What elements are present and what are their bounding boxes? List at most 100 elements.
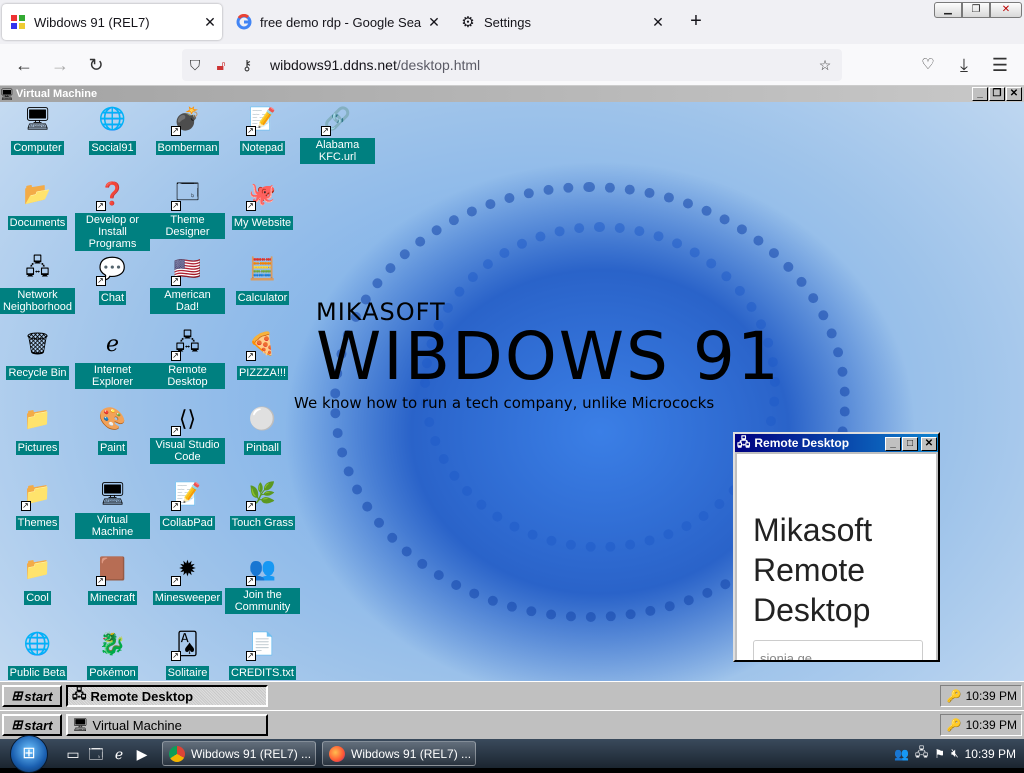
desktop-icon[interactable]: 🌐 Social91 [75,102,150,156]
vm-close-button[interactable]: ✕ [1006,87,1022,101]
desktop-icon[interactable]: 🟫 ↗ Minecraft [75,552,150,606]
shield-icon[interactable]: ⛉ [182,57,208,74]
host-task-firefox[interactable]: Wibdows 91 (REL7) ... [322,741,476,766]
shortcut-arrow-icon: ↗ [95,276,106,286]
desktop-icon[interactable]: 🖥 Computer [0,102,75,156]
desktop-icon[interactable]: 💬 ↗ Chat [75,252,150,306]
desktop-icon[interactable]: ℯ Internet Explorer [75,327,150,390]
remote-desktop-window[interactable]: 🖧 Remote Desktop _ □ ✕ Mikasoft Remote D… [733,432,940,662]
new-tab-button[interactable]: + [684,10,708,34]
desktop-icon[interactable]: 📁 ↗ Themes [0,477,75,531]
bookmark-star-icon[interactable]: ☆ [812,57,838,74]
desktop-icon[interactable]: 🖥 Virtual Machine [75,477,150,540]
host-task-chrome[interactable]: Wibdows 91 (REL7) ... [162,741,316,766]
pinball-icon: ⚪ [248,406,277,431]
task-label: Remote Desktop [90,688,194,704]
desktop-icon[interactable]: 📝 ↗ Notepad [225,102,300,156]
desktop-icon[interactable]: 🌐 Public Beta [0,627,75,681]
desktop-icon[interactable]: ⟨⟩ ↗ Visual Studio Code [150,402,225,465]
media-icon[interactable]: ▶ [133,745,151,763]
network-icon[interactable]: 🖧 [915,743,928,764]
tab-settings[interactable]: ⚙ Settings ✕ [452,4,670,40]
url-bar[interactable]: ⛉ 🔓︎ ⚷ wibdows91.ddns.net/desktop.html ☆ [182,49,842,81]
pocket-icon[interactable]: ♡ [914,52,942,78]
desktop-icon-label: Pokémon [87,666,138,680]
desktop-icon[interactable]: 📝 ↗ CollabPad [150,477,225,531]
minecraft-icon: 🟫 ↗ [95,556,127,586]
rd-maximize-button[interactable]: □ [902,437,918,451]
close-tab-icon[interactable]: ✕ [198,14,222,31]
desktop-icon[interactable]: 🧮 Calculator [225,252,300,306]
tab-google-search[interactable]: free demo rdp - Google Search ✕ [228,4,446,40]
desktop-icon[interactable]: 🎨 Paint [75,402,150,456]
shortcut-arrow-icon: ↗ [170,126,181,136]
desktop-icon[interactable]: 👥 ↗ Join the Community [225,552,300,615]
forward-arrow-icon[interactable]: → [46,52,74,78]
close-tab-icon[interactable]: ✕ [646,14,670,31]
ie-icon[interactable]: ℯ [110,745,128,763]
shortcut-arrow-icon: ↗ [20,501,31,511]
desktop-icon[interactable]: 🇺🇸 ↗ American Dad! [150,252,225,315]
close-tab-icon[interactable]: ✕ [422,14,446,31]
tab-wibdows[interactable]: Wibdows 91 (REL7) ✕ [2,4,222,40]
desktop-icon[interactable]: 🌿 ↗ Touch Grass [225,477,300,531]
shortcut-arrow-icon: ↗ [245,126,256,136]
start-button[interactable]: ⊞ start [2,714,62,736]
desktop-icon[interactable]: 🗑 Recycle Bin [0,327,75,381]
desktop-icon-label: Paint [97,441,128,455]
clock[interactable]: 10:39 PM [965,747,1016,761]
url-text[interactable]: wibdows91.ddns.net/desktop.html [270,57,480,73]
desktop-icon[interactable]: ✹ ↗ Minesweeper [150,552,225,606]
desktop-icon[interactable]: ⚪ Pinball [225,402,300,456]
permissions-icon[interactable]: ⚷ [234,57,260,74]
vm-restore-button[interactable]: ❐ [989,87,1005,101]
shortcut-arrow-icon: ↗ [170,201,181,211]
flag-icon: 🇺🇸 ↗ [170,256,202,286]
remote-desktop-icon: 🖧 [72,686,87,701]
remote-host-input[interactable]: sionia.ge [753,640,923,660]
desktop-icon[interactable]: 📁 Pictures [0,402,75,456]
desktop-icon[interactable]: 📄 ↗ CREDITS.txt [225,627,300,681]
desktop-icon-label: Visual Studio Code [150,438,225,464]
desktop-icon[interactable]: 🖧 ↗ Remote Desktop [150,327,225,390]
window-minimize-button[interactable]: ▁ [934,2,962,18]
reload-icon[interactable]: ↻ [82,52,110,78]
clock[interactable]: 10:39 PM [966,689,1017,703]
desktop-icon-label: Internet Explorer [75,363,150,389]
desktop-icon[interactable]: 🐙 ↗ My Website [225,177,300,231]
insecure-lock-icon[interactable]: 🔓︎ [208,57,234,74]
window-close-button[interactable]: ✕ [990,2,1022,18]
chat-icon: 💬 ↗ [95,256,127,286]
vm-minimize-button[interactable]: _ [972,87,988,101]
desktop-icon[interactable]: 🗔 ↗ Theme Designer [150,177,225,240]
desktop-icon[interactable]: 🖧 Network Neighborhood [0,252,75,315]
back-arrow-icon[interactable]: ← [10,52,38,78]
taskbar-item-remote-desktop[interactable]: 🖧 Remote Desktop [66,685,268,707]
desktop-icon[interactable]: 🂡 ↗ Solitaire [150,627,225,681]
start-button[interactable]: ⊞ start [2,685,62,707]
desktop-icon[interactable]: 🔗 ↗ Alabama KFC.url [300,102,375,165]
show-desktop-icon[interactable]: ▭ [64,745,82,763]
folder-icon: 📁 ↗ [20,481,52,511]
download-icon[interactable]: ⤓ [950,52,978,78]
brand-big: WIBDOWS 91 [316,318,781,395]
desktop-icon[interactable]: 💣 ↗ Bomberman [150,102,225,156]
desktop-icon[interactable]: 🐉 Pokémon [75,627,150,681]
users-icon[interactable]: 👥 [894,747,909,761]
wibdows-logo: MIKASOFT WIBDOWS 91 We know how to run a… [294,298,781,412]
desktop-icon[interactable]: 📂 Documents [0,177,75,231]
windows-start-orb[interactable]: ⊞ [10,735,48,773]
taskbar-item-virtual-machine[interactable]: 🖥 Virtual Machine [66,714,268,736]
window-maximize-button[interactable]: ❐ [962,2,990,18]
task-label: Virtual Machine [92,717,182,733]
volume-muted-icon[interactable]: 🔇︎ [951,746,959,761]
desktop-icon[interactable]: 🍕 ↗ PIZZZA!!! [225,327,300,381]
desktop-icon[interactable]: 📁 Cool [0,552,75,606]
menu-icon[interactable]: ☰ [986,52,1014,78]
rd-close-button[interactable]: ✕ [921,437,937,451]
rd-minimize-button[interactable]: _ [885,437,901,451]
flag-icon[interactable]: ⚑ [934,747,945,761]
desktop-icon[interactable]: ❓ ↗ Develop or Install Programs [75,177,150,252]
explorer-icon[interactable]: 🗔 [87,745,105,763]
clock[interactable]: 10:39 PM [966,718,1017,732]
